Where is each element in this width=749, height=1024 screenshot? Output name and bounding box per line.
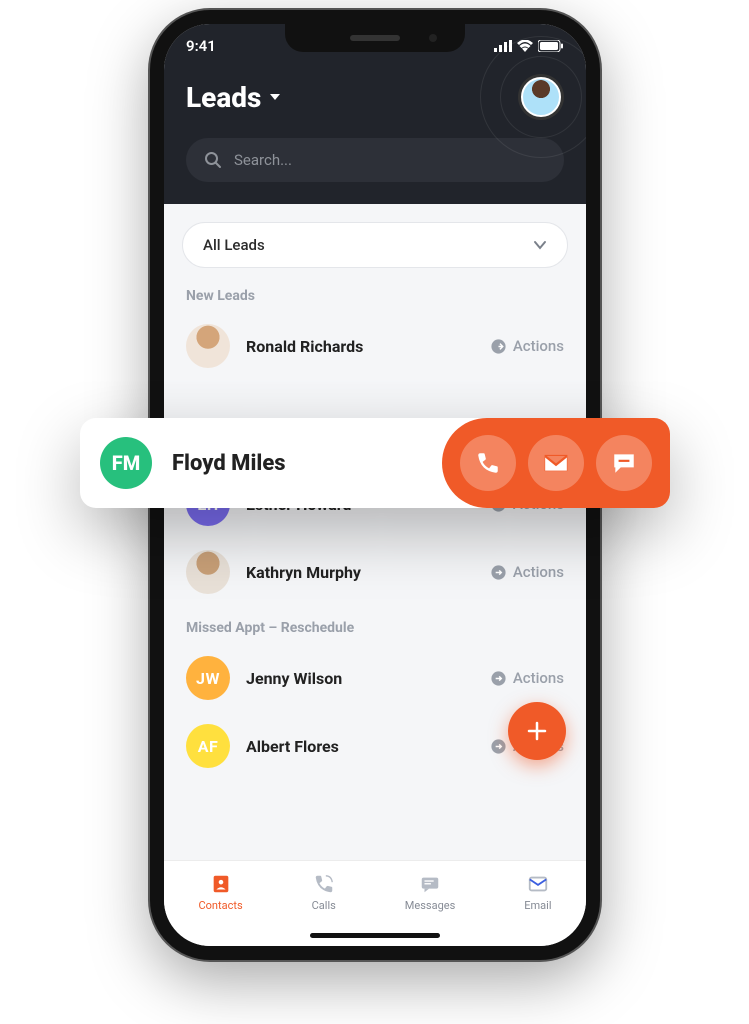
lead-avatar: AF — [186, 724, 230, 768]
lead-row[interactable]: Ronald Richards Actions — [164, 312, 586, 380]
plus-icon — [525, 719, 549, 743]
tab-label: Email — [524, 899, 551, 912]
tab-label: Messages — [405, 899, 455, 912]
tab-messages[interactable]: Messages — [405, 873, 455, 912]
profile-avatar — [521, 77, 561, 117]
chat-icon — [611, 450, 637, 476]
leads-body: All Leads New Leads Ronald Richards Acti… — [164, 204, 586, 860]
contacts-icon — [210, 873, 232, 895]
lead-row[interactable]: Kathryn Murphy Actions — [164, 538, 586, 606]
search-icon — [204, 151, 222, 169]
actions-icon — [490, 738, 507, 755]
notch — [285, 24, 465, 52]
messages-icon — [419, 873, 441, 895]
tab-label: Contacts — [199, 899, 243, 912]
actions-icon — [490, 338, 507, 355]
chevron-down-icon — [533, 238, 547, 252]
status-time: 9:41 — [186, 37, 216, 55]
page-title: Leads — [186, 81, 261, 114]
lead-actions[interactable]: Actions — [490, 669, 564, 687]
lead-name: Jenny Wilson — [246, 669, 474, 688]
lead-actions[interactable]: Actions — [490, 337, 564, 355]
lead-name: Kathryn Murphy — [246, 563, 474, 582]
lead-name: Albert Flores — [246, 737, 474, 756]
chevron-down-icon — [267, 89, 283, 105]
tab-contacts[interactable]: Contacts — [199, 873, 243, 912]
lead-avatar — [186, 550, 230, 594]
lead-avatar — [186, 324, 230, 368]
search-input[interactable] — [234, 151, 546, 169]
actions-icon — [490, 564, 507, 581]
add-button[interactable] — [508, 702, 566, 760]
overlay-actions — [442, 418, 670, 508]
actions-icon — [490, 670, 507, 687]
profile-button[interactable] — [518, 74, 564, 120]
phone-icon — [313, 873, 335, 895]
mail-icon — [527, 873, 549, 895]
lead-row[interactable]: JW Jenny Wilson Actions — [164, 644, 586, 712]
lead-avatar: JW — [186, 656, 230, 700]
section-header: Missed Appt – Reschedule — [164, 606, 586, 644]
lead-actions[interactable]: Actions — [490, 563, 564, 581]
lead-swipe-overlay: FM Floyd Miles — [80, 418, 670, 508]
phone-icon — [475, 450, 501, 476]
section-header: New Leads — [164, 274, 586, 312]
tab-calls[interactable]: Calls — [312, 873, 336, 912]
message-button[interactable] — [596, 435, 652, 491]
tab-bar: Contacts Calls Messages Email — [164, 860, 586, 946]
call-button[interactable] — [460, 435, 516, 491]
home-indicator — [310, 933, 440, 938]
app-header: Leads — [164, 68, 586, 204]
tab-label: Calls — [312, 899, 336, 912]
page-title-dropdown[interactable]: Leads — [186, 81, 283, 114]
tab-email[interactable]: Email — [524, 873, 551, 912]
email-button[interactable] — [528, 435, 584, 491]
overlay-avatar: FM — [100, 437, 152, 489]
lead-name: Ronald Richards — [246, 337, 474, 356]
filter-dropdown[interactable]: All Leads — [182, 222, 568, 268]
filter-label: All Leads — [203, 236, 265, 254]
mail-icon — [543, 450, 569, 476]
overlay-name: Floyd Miles — [172, 451, 442, 476]
